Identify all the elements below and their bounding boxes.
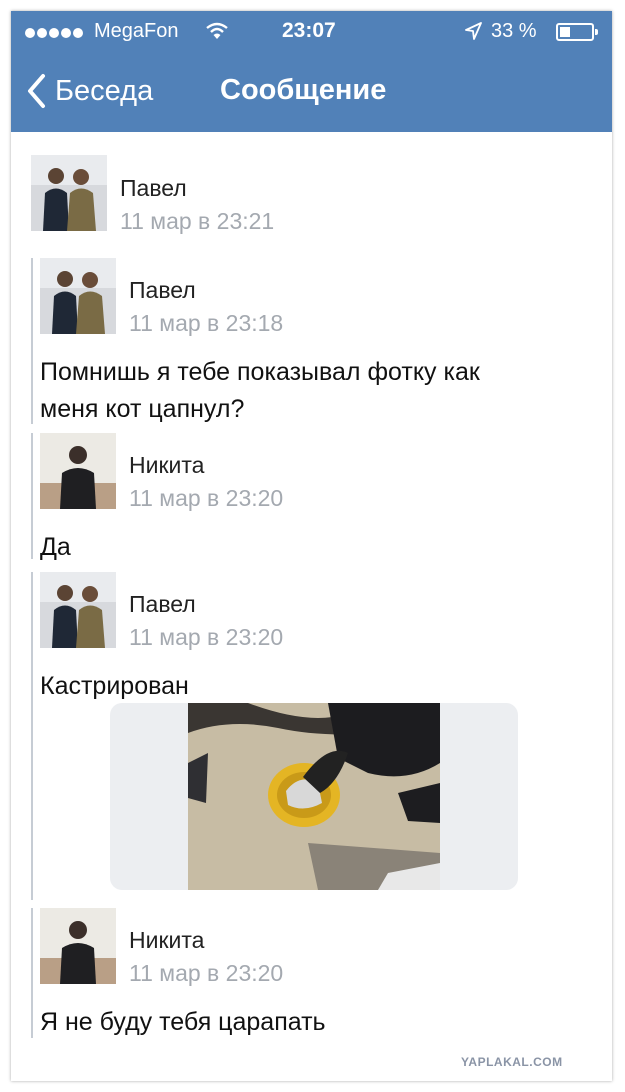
message-text: Помнишь я тебе показывал фотку как меня … [40, 358, 480, 423]
message-text: Кастрирован [40, 672, 189, 700]
top-bar: MegaFon 23:07 33 % Беседа Сообщение [11, 11, 612, 132]
message-author[interactable]: Павел [129, 277, 196, 304]
attached-photo [188, 703, 440, 890]
avatar-nikita[interactable] [40, 908, 116, 984]
avatar-nikita[interactable] [40, 433, 116, 509]
message-date: 11 мар в 23:20 [129, 960, 284, 986]
battery-percent: 33 % [491, 20, 537, 42]
message-date: 11 мар в 23:20 [129, 485, 284, 511]
back-label: Беседа [55, 74, 154, 107]
message-text: Да [40, 533, 71, 561]
battery-icon [556, 23, 598, 41]
watermark: YAPLAKAL.COM [461, 1055, 563, 1069]
location-arrow-icon [465, 22, 482, 40]
message-author[interactable]: Павел [129, 591, 196, 618]
message-text: Я не буду тебя царапать [40, 1008, 326, 1036]
signal-icon [25, 25, 85, 43]
carrier-name: MegaFon [94, 20, 179, 42]
thread-line [31, 258, 33, 424]
thread-line [31, 433, 33, 559]
message-author[interactable]: Никита [129, 927, 204, 954]
avatar-pavel[interactable] [31, 155, 107, 231]
status-bar: MegaFon 23:07 33 % [11, 11, 612, 51]
post-author[interactable]: Павел [120, 175, 187, 202]
avatar-pavel[interactable] [40, 258, 116, 334]
message-author[interactable]: Никита [129, 452, 204, 479]
thread-line [31, 908, 33, 1038]
post-date: 11 мар в 23:21 [120, 208, 275, 234]
message-date: 11 мар в 23:20 [129, 624, 284, 650]
avatar-pavel[interactable] [40, 572, 116, 648]
photo-attachment[interactable] [110, 703, 518, 890]
page-title: Сообщение [220, 74, 387, 106]
chevron-left-icon [28, 74, 45, 108]
phone-screen: MegaFon 23:07 33 % Беседа Сообщение Паве… [11, 11, 612, 1081]
status-time: 23:07 [282, 19, 336, 42]
message-date: 11 мар в 23:18 [129, 310, 284, 336]
wifi-icon [206, 22, 228, 39]
back-button[interactable]: Беседа [25, 71, 153, 111]
thread-line [31, 572, 33, 900]
